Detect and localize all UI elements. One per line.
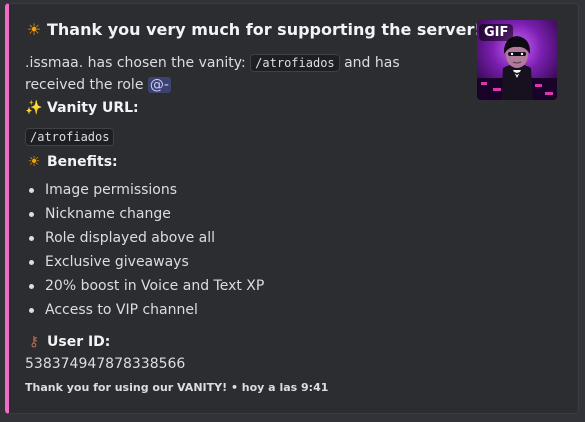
benefits-list: Image permissions Nickname change Role d… <box>25 178 264 322</box>
vanity-heading-text: Vanity URL: <box>47 100 139 116</box>
vanity-value-code: /atrofiados <box>25 128 115 146</box>
benefit-item: Nickname change <box>25 202 264 226</box>
benefit-item: Exclusive giveaways <box>25 250 264 274</box>
role-mention[interactable]: @- <box>147 77 171 93</box>
user-id-heading: ⚷ User ID: <box>25 334 111 350</box>
gif-thumbnail[interactable]: GIF <box>477 20 557 100</box>
vanity-embed: ☀ Thank you very much for supporting the … <box>5 3 579 414</box>
vanity-heading: ✨ Vanity URL: <box>25 100 139 116</box>
sun-icon: ☀ <box>27 154 41 170</box>
embed-title-text: Thank you very much for supporting the s… <box>47 20 482 39</box>
user-id-value: 538374947878338566 <box>25 356 186 372</box>
gif-badge: GIF <box>479 24 514 41</box>
vanity-value: /atrofiados <box>25 126 115 146</box>
embed-footer: Thank you for using our VANITY! • hoy a … <box>25 381 329 394</box>
benefit-item: Role displayed above all <box>25 226 264 250</box>
benefit-item: Access to VIP channel <box>25 298 264 322</box>
description-vanity-code: /atrofiados <box>250 54 340 72</box>
key-icon: ⚷ <box>28 334 40 350</box>
sparkles-icon: ✨ <box>25 100 43 116</box>
user-id-heading-text: User ID: <box>47 334 111 350</box>
description-prefix: .issmaa. has chosen the vanity: <box>25 55 251 71</box>
benefits-heading: ☀ Benefits: <box>25 154 118 170</box>
embed-description: .issmaa. has chosen the vanity: /atrofia… <box>25 52 461 96</box>
sun-icon: ☀ <box>26 20 42 39</box>
embed-title: ☀ Thank you very much for supporting the … <box>25 20 482 39</box>
benefit-item: 20% boost in Voice and Text XP <box>25 274 264 298</box>
benefit-item: Image permissions <box>25 178 264 202</box>
benefits-heading-text: Benefits: <box>47 154 118 170</box>
